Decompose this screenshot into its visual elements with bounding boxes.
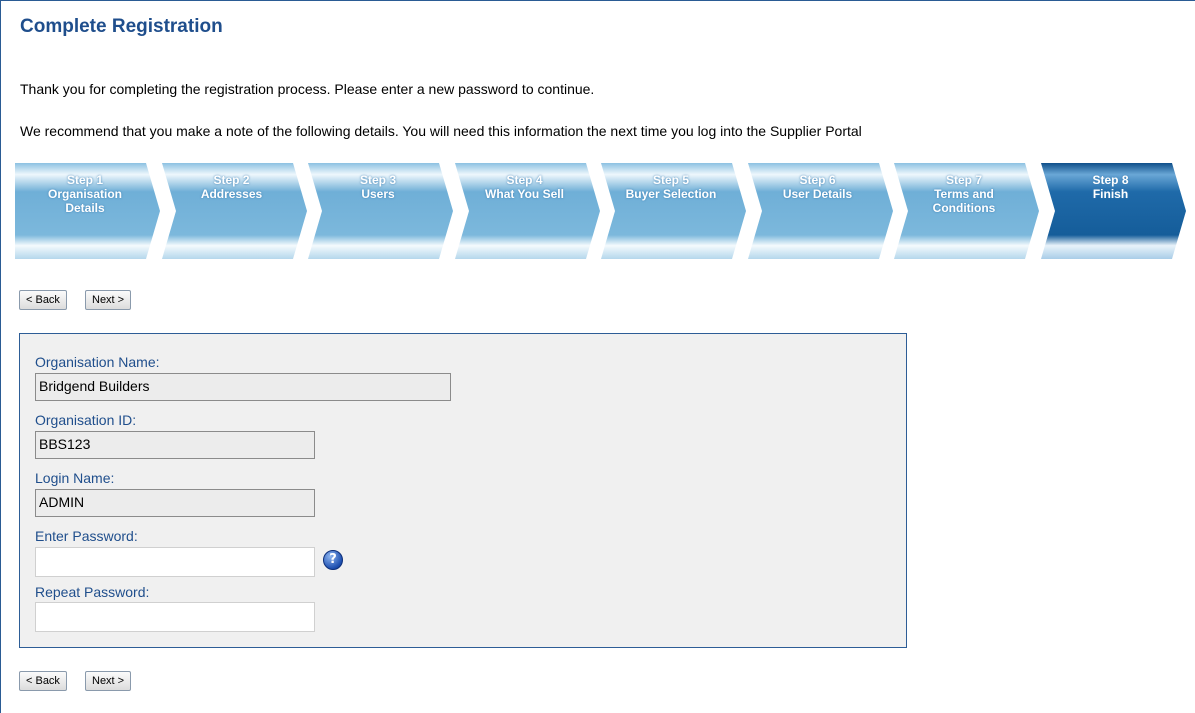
step-4: Step 4 What You Sell (454, 163, 602, 259)
password-input[interactable] (35, 547, 315, 577)
org-name-field: Bridgend Builders (35, 373, 451, 401)
help-question-icon[interactable]: ? (323, 550, 343, 570)
login-name-field: ADMIN (35, 489, 315, 517)
step-2: Step 2 Addresses (161, 163, 309, 259)
step-number: Step 8 (1092, 173, 1129, 187)
password-label: Enter Password: (35, 528, 138, 544)
step-label: Step 2 Addresses (162, 173, 302, 201)
step-number: Step 3 (359, 173, 396, 187)
step-label: Step 5 Buyer Selection (601, 173, 741, 201)
step-title: Finish (1092, 187, 1129, 201)
step-number: Step 6 (799, 173, 836, 187)
page-title: Complete Registration (20, 16, 223, 37)
step-number: Step 4 (506, 173, 543, 187)
step-label: Step 8 Finish (1041, 173, 1181, 201)
step-title: Conditions (932, 201, 996, 215)
step-label: Step 1 Organisation Details (15, 173, 155, 215)
step-number: Step 7 (945, 173, 982, 187)
intro-text: Thank you for completing the registratio… (20, 81, 595, 97)
step-title: What You Sell (485, 187, 564, 201)
step-label: Step 6 User Details (748, 173, 888, 201)
back-button-bottom[interactable]: < Back (19, 671, 67, 691)
step-5: Step 5 Buyer Selection (601, 163, 748, 259)
step-label: Step 4 What You Sell (455, 173, 595, 201)
step-3: Step 3 Users (308, 163, 455, 259)
step-number: Step 5 (652, 173, 689, 187)
step-8-active: Step 8 Finish (1040, 163, 1188, 259)
step-progress-bar: Step 1 Organisation Details Step 2 Addresses… (15, 163, 1187, 259)
step-6: Step 6 User Details (747, 163, 895, 259)
step-number: Step 1 (66, 173, 103, 187)
step-label: Step 7 Terms and Conditions (894, 173, 1034, 215)
step-title: Organisation (47, 187, 122, 201)
step-1: Step 1 Organisation Details (15, 163, 162, 259)
next-button-bottom[interactable]: Next > (85, 671, 132, 691)
step-number: Step 2 (213, 173, 250, 187)
login-name-label: Login Name: (35, 470, 115, 486)
step-title: Terms and (934, 187, 994, 201)
org-name-label: Organisation Name: (35, 354, 160, 370)
step-title: Addresses (200, 187, 263, 201)
back-button-top[interactable]: < Back (19, 290, 67, 310)
step-title: User Details (782, 187, 853, 201)
repeat-password-input[interactable] (35, 602, 315, 632)
step-title: Users (361, 187, 395, 201)
step-label: Step 3 Users (308, 173, 448, 201)
page-frame: Complete Registration Thank you for comp… (0, 0, 1195, 713)
org-id-label: Organisation ID: (35, 412, 137, 428)
note-text: We recommend that you make a note of the… (20, 123, 862, 139)
next-button-top[interactable]: Next > (85, 290, 132, 310)
step-title: Details (65, 201, 105, 215)
account-details-panel: Organisation Name: Bridgend Builders Org… (19, 333, 907, 648)
step-7: Step 7 Terms and Conditions (894, 163, 1041, 259)
repeat-password-label: Repeat Password: (35, 584, 150, 600)
org-id-field: BBS123 (35, 431, 315, 459)
step-title: Buyer Selection (625, 187, 717, 201)
